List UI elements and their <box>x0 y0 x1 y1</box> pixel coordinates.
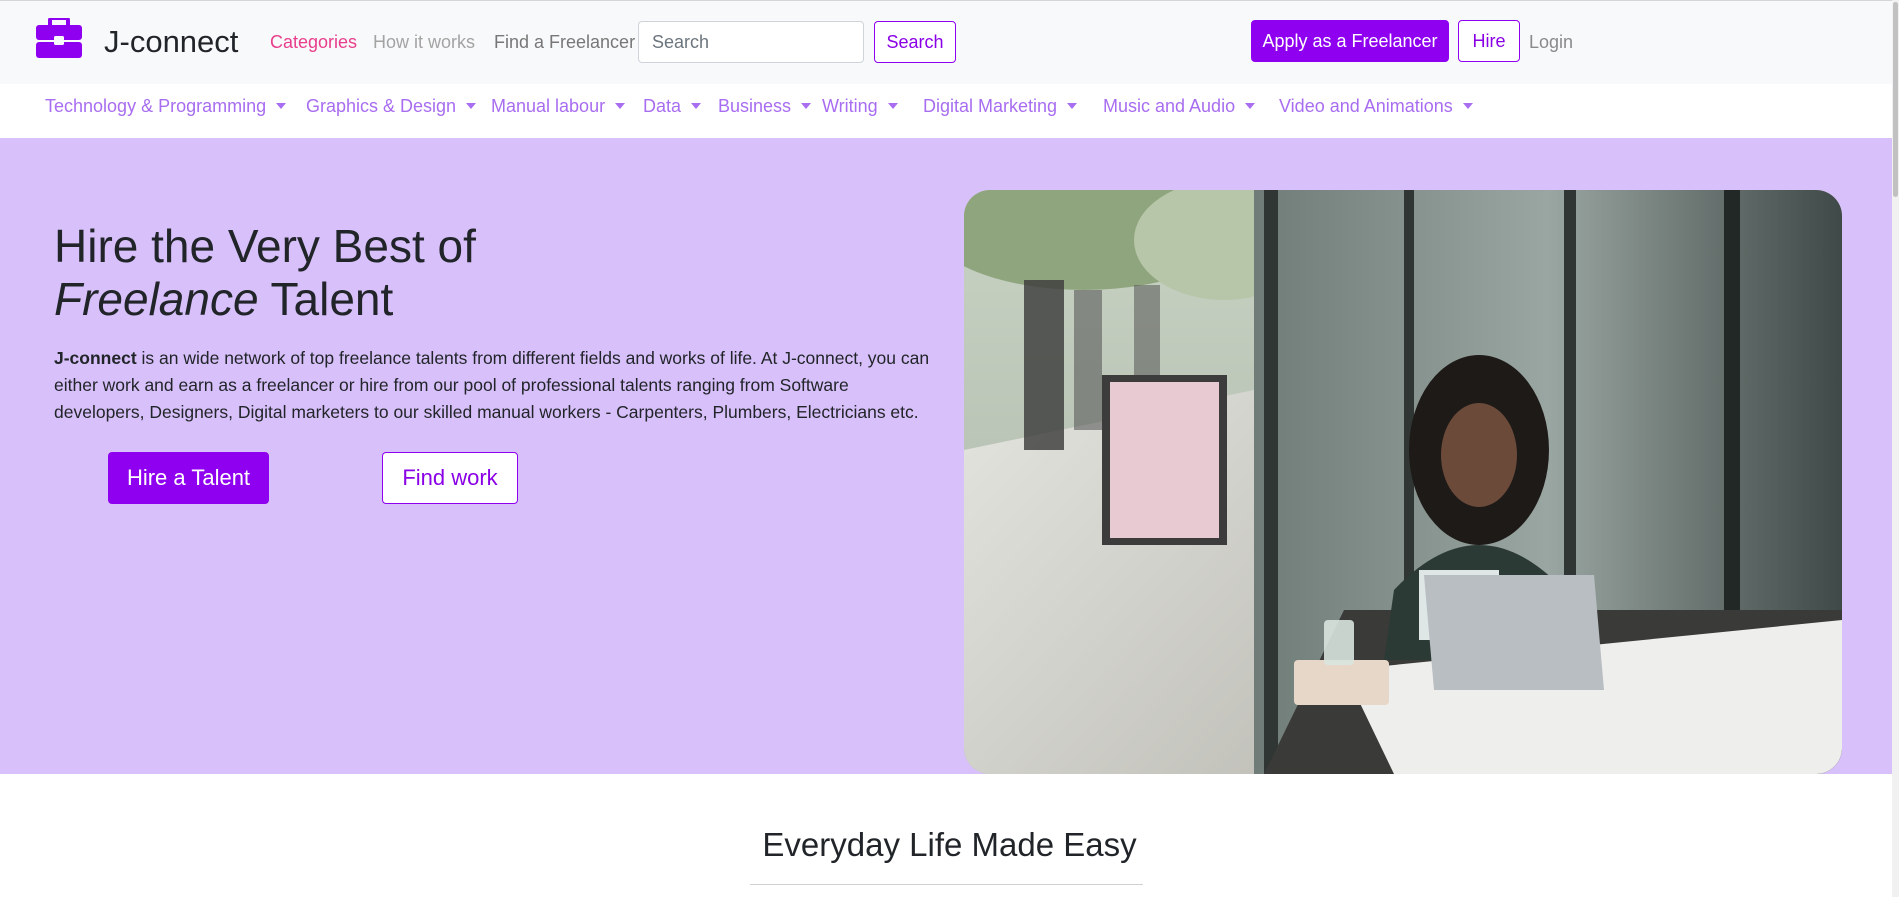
caret-down-icon <box>276 103 287 109</box>
hire-button[interactable]: Hire <box>1458 20 1520 62</box>
hero-photo <box>964 190 1842 774</box>
woman-working-on-laptop-image <box>964 190 1842 774</box>
search-input[interactable] <box>638 21 864 63</box>
category-technology-programming[interactable]: Technology & Programming <box>45 96 287 117</box>
category-digital-marketing[interactable]: Digital Marketing <box>923 96 1078 117</box>
caret-down-icon <box>466 103 477 109</box>
hire-talent-button[interactable]: Hire a Talent <box>108 452 269 504</box>
category-video-animations[interactable]: Video and Animations <box>1279 96 1473 117</box>
category-music-audio[interactable]: Music and Audio <box>1103 96 1256 117</box>
category-business[interactable]: Business <box>718 96 812 117</box>
category-manual-labour[interactable]: Manual labour <box>491 96 626 117</box>
category-data[interactable]: Data <box>643 96 702 117</box>
hero-title: Hire the Very Best of Freelance Talent <box>54 220 476 325</box>
caret-down-icon <box>801 103 812 109</box>
find-work-button[interactable]: Find work <box>382 452 518 504</box>
brand-name[interactable]: J-connect <box>104 24 238 60</box>
nav-how-it-works[interactable]: How it works <box>373 32 475 53</box>
category-graphics-design[interactable]: Graphics & Design <box>306 96 477 117</box>
nav-find-freelancer[interactable]: Find a Freelancer <box>494 32 635 53</box>
section-title: Everyday Life Made Easy <box>762 826 1137 863</box>
caret-down-icon <box>615 103 626 109</box>
nav-categories[interactable]: Categories <box>270 32 357 53</box>
caret-down-icon <box>1462 103 1473 109</box>
search-button[interactable]: Search <box>874 21 956 63</box>
scrollbar-thumb[interactable] <box>1893 2 1898 197</box>
section-divider <box>750 884 1143 885</box>
briefcase-icon[interactable] <box>36 18 82 58</box>
login-link[interactable]: Login <box>1529 32 1573 53</box>
caret-down-icon <box>1067 103 1078 109</box>
caret-down-icon <box>1245 103 1256 109</box>
caret-down-icon <box>887 103 898 109</box>
hero-title-emphasis: Freelance <box>54 273 259 325</box>
hero-desc-brand: J-connect <box>54 348 137 368</box>
caret-down-icon <box>691 103 702 109</box>
category-writing[interactable]: Writing <box>822 96 898 117</box>
hero-description: J-connect is an wide network of top free… <box>54 348 930 422</box>
apply-freelancer-button[interactable]: Apply as a Freelancer <box>1251 20 1449 62</box>
